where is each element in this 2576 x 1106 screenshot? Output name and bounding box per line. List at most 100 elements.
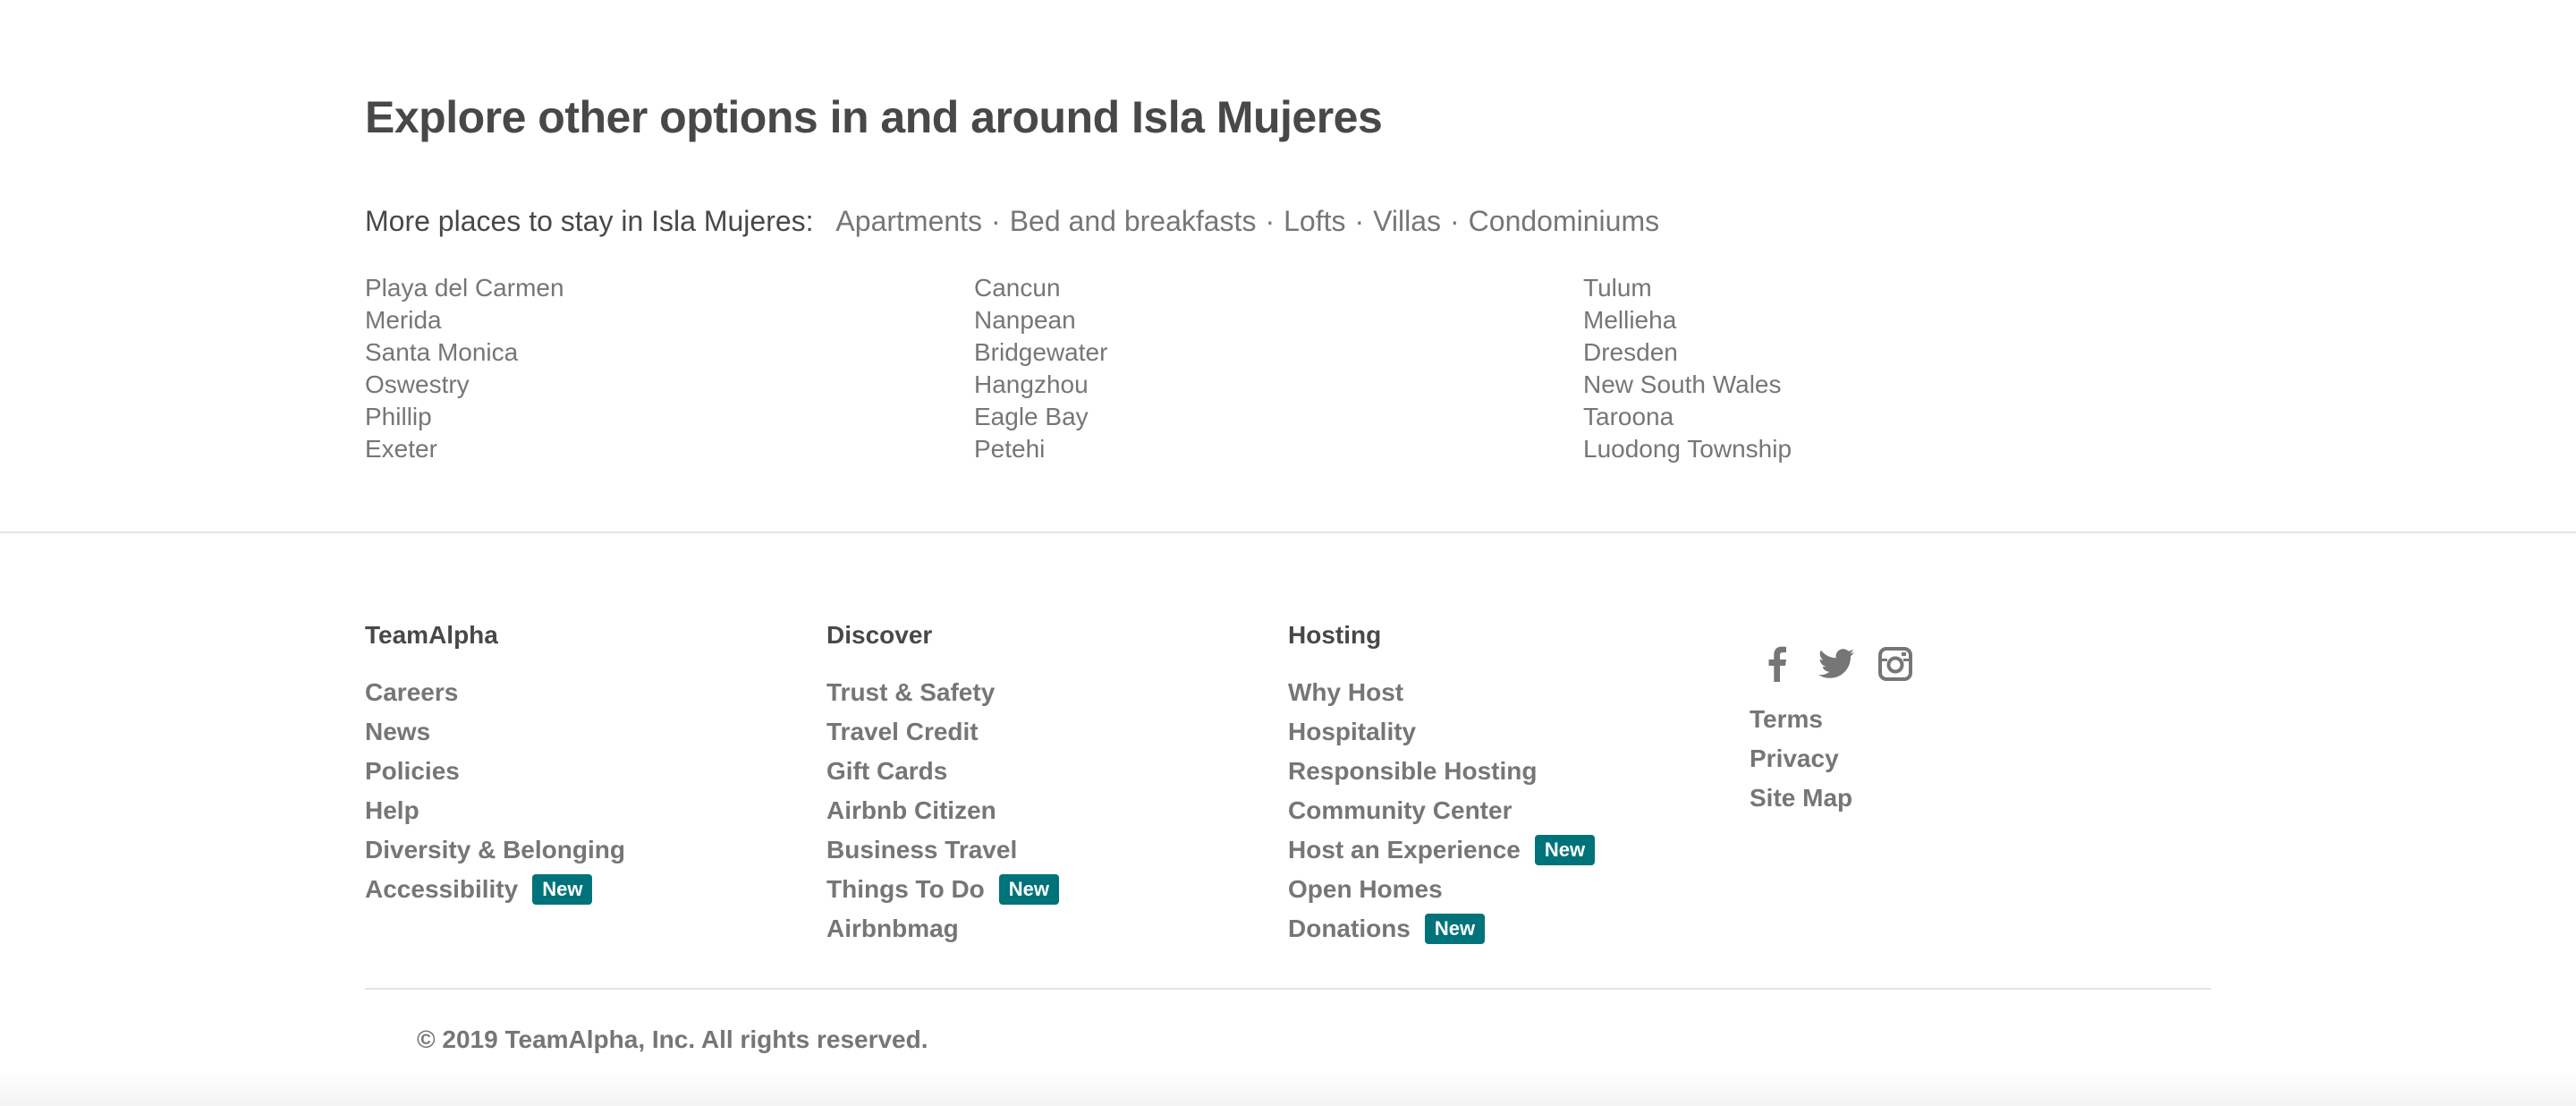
footer-link-gift-cards[interactable]: Gift Cards	[826, 752, 1288, 791]
place-type-bed-and-breakfasts[interactable]: Bed and breakfasts	[1010, 205, 1257, 237]
twitter-icon[interactable]	[1816, 644, 1857, 684]
footer-link-careers[interactable]: Careers	[365, 673, 826, 712]
city-column-2: Cancun Nanpean Bridgewater Hangzhou Eagl…	[974, 272, 1583, 465]
new-badge: New	[532, 874, 593, 905]
separator: ·	[1354, 205, 1365, 237]
section-divider	[0, 532, 2576, 533]
footer-link-label: Airbnb Citizen	[826, 796, 996, 824]
footer-link-label: Things To Do	[826, 875, 985, 903]
footer-link-label: Community Center	[1288, 796, 1513, 824]
city-column-3: Tulum Mellieha Dresden New South Wales T…	[1583, 272, 2192, 465]
footer-link-airbnbmag[interactable]: Airbnbmag	[826, 909, 1288, 949]
footer-link-site-map[interactable]: Site Map	[1750, 778, 2211, 818]
footer-link-open-homes[interactable]: Open Homes	[1288, 870, 1750, 909]
footer-link-label: News	[365, 718, 431, 745]
city-link[interactable]: New South Wales	[1583, 369, 2192, 401]
footer-column-discover: Discover Trust & Safety Travel Credit Gi…	[826, 617, 1288, 949]
social-links	[1750, 644, 2211, 684]
footer-heading: Discover	[826, 621, 933, 649]
place-type-lofts[interactable]: Lofts	[1284, 205, 1345, 237]
city-link[interactable]: Hangzhou	[974, 369, 1583, 401]
city-link[interactable]: Luodong Township	[1583, 433, 2192, 465]
city-link[interactable]: Mellieha	[1583, 304, 2192, 336]
city-link[interactable]: Nanpean	[974, 304, 1583, 336]
city-link[interactable]: Eagle Bay	[974, 401, 1583, 433]
explore-section: Explore other options in and around Isla…	[365, 86, 2211, 463]
place-type-apartments[interactable]: Apartments	[835, 205, 982, 237]
separator: ·	[991, 205, 1001, 237]
footer-link-donations[interactable]: Donations New	[1288, 909, 1750, 949]
city-link[interactable]: Cancun	[974, 272, 1583, 304]
footer-link-responsible-hosting[interactable]: Responsible Hosting	[1288, 752, 1750, 791]
footer-link-label: Why Host	[1288, 678, 1404, 706]
place-type-villas[interactable]: Villas	[1373, 205, 1441, 237]
more-places-row: More places to stay in Isla Mujeres: Apa…	[365, 202, 1659, 240]
footer-link-label: Accessibility	[365, 875, 519, 903]
footer-link-things-to-do[interactable]: Things To Do New	[826, 870, 1288, 909]
footer-link-label: Gift Cards	[826, 757, 948, 785]
footer-link-business-travel[interactable]: Business Travel	[826, 830, 1288, 870]
footer-link-community-center[interactable]: Community Center	[1288, 791, 1750, 830]
separator: ·	[1450, 205, 1460, 237]
footer-link-travel-credit[interactable]: Travel Credit	[826, 712, 1288, 752]
city-link[interactable]: Phillip	[365, 401, 974, 433]
footer-link-label: Site Map	[1750, 784, 1853, 812]
new-badge: New	[1534, 835, 1596, 865]
footer-link-label: Careers	[365, 678, 459, 706]
footer-heading: Hosting	[1288, 621, 1382, 649]
facebook-icon[interactable]	[1757, 644, 1798, 684]
city-link[interactable]: Petehi	[974, 433, 1583, 465]
footer-link-label: Diversity & Belonging	[365, 836, 625, 864]
site-footer: TeamAlpha Careers News Policies Help Div…	[365, 617, 2211, 949]
footer-link-host-an-experience[interactable]: Host an Experience New	[1288, 830, 1750, 870]
bottom-shadow	[0, 1070, 2576, 1106]
city-link[interactable]: Bridgewater	[974, 336, 1583, 369]
city-link[interactable]: Oswestry	[365, 369, 974, 401]
new-badge: New	[998, 874, 1060, 905]
separator: ·	[1265, 205, 1275, 237]
footer-link-diversity-belonging[interactable]: Diversity & Belonging	[365, 830, 826, 870]
footer-column-hosting: Hosting Why Host Hospitality Responsible…	[1288, 617, 1750, 949]
explore-title: Explore other options in and around Isla…	[365, 92, 1383, 142]
footer-link-policies[interactable]: Policies	[365, 752, 826, 791]
city-link[interactable]: Santa Monica	[365, 336, 974, 369]
city-link[interactable]: Playa del Carmen	[365, 272, 974, 304]
footer-link-label: Privacy	[1750, 744, 1839, 772]
footer-link-label: Donations	[1288, 915, 1411, 942]
footer-link-why-host[interactable]: Why Host	[1288, 673, 1750, 712]
city-links: Playa del Carmen Merida Santa Monica Osw…	[365, 272, 2211, 465]
footer-link-trust-safety[interactable]: Trust & Safety	[826, 673, 1288, 712]
footer-divider	[365, 988, 2211, 990]
footer-link-airbnb-citizen[interactable]: Airbnb Citizen	[826, 791, 1288, 830]
footer-link-label: Terms	[1750, 705, 1823, 733]
footer-link-accessibility[interactable]: Accessibility New	[365, 870, 826, 909]
instagram-icon[interactable]	[1875, 644, 1916, 684]
city-column-1: Playa del Carmen Merida Santa Monica Osw…	[365, 272, 974, 465]
footer-link-label: Hospitality	[1288, 718, 1417, 745]
city-link[interactable]: Tulum	[1583, 272, 2192, 304]
footer-heading: TeamAlpha	[365, 621, 498, 649]
footer-column-social-legal: Terms Privacy Site Map	[1750, 617, 2211, 949]
copyright-text: © 2019 TeamAlpha, Inc. All rights reserv…	[417, 1025, 928, 1053]
footer-link-label: Responsible Hosting	[1288, 757, 1538, 785]
city-link[interactable]: Merida	[365, 304, 974, 336]
footer-link-label: Trust & Safety	[826, 678, 996, 706]
footer-column-teamalpha: TeamAlpha Careers News Policies Help Div…	[365, 617, 826, 949]
footer-link-help[interactable]: Help	[365, 791, 826, 830]
footer-link-privacy[interactable]: Privacy	[1750, 739, 2211, 778]
footer-link-terms[interactable]: Terms	[1750, 700, 2211, 739]
place-type-condominiums[interactable]: Condominiums	[1469, 205, 1659, 237]
footer-link-label: Host an Experience	[1288, 836, 1521, 864]
new-badge: New	[1424, 914, 1486, 944]
city-link[interactable]: Dresden	[1583, 336, 2192, 369]
more-places-label: More places to stay in Isla Mujeres:	[365, 205, 814, 237]
footer-link-label: Help	[365, 796, 419, 824]
city-link[interactable]: Taroona	[1583, 401, 2192, 433]
footer-link-hospitality[interactable]: Hospitality	[1288, 712, 1750, 752]
footer-link-label: Business Travel	[826, 836, 1018, 864]
footer-link-news[interactable]: News	[365, 712, 826, 752]
place-types: Apartments · Bed and breakfasts · Lofts · Vill…	[835, 205, 1659, 237]
footer-link-label: Policies	[365, 757, 460, 785]
footer-link-label: Travel Credit	[826, 718, 979, 745]
city-link[interactable]: Exeter	[365, 433, 974, 465]
